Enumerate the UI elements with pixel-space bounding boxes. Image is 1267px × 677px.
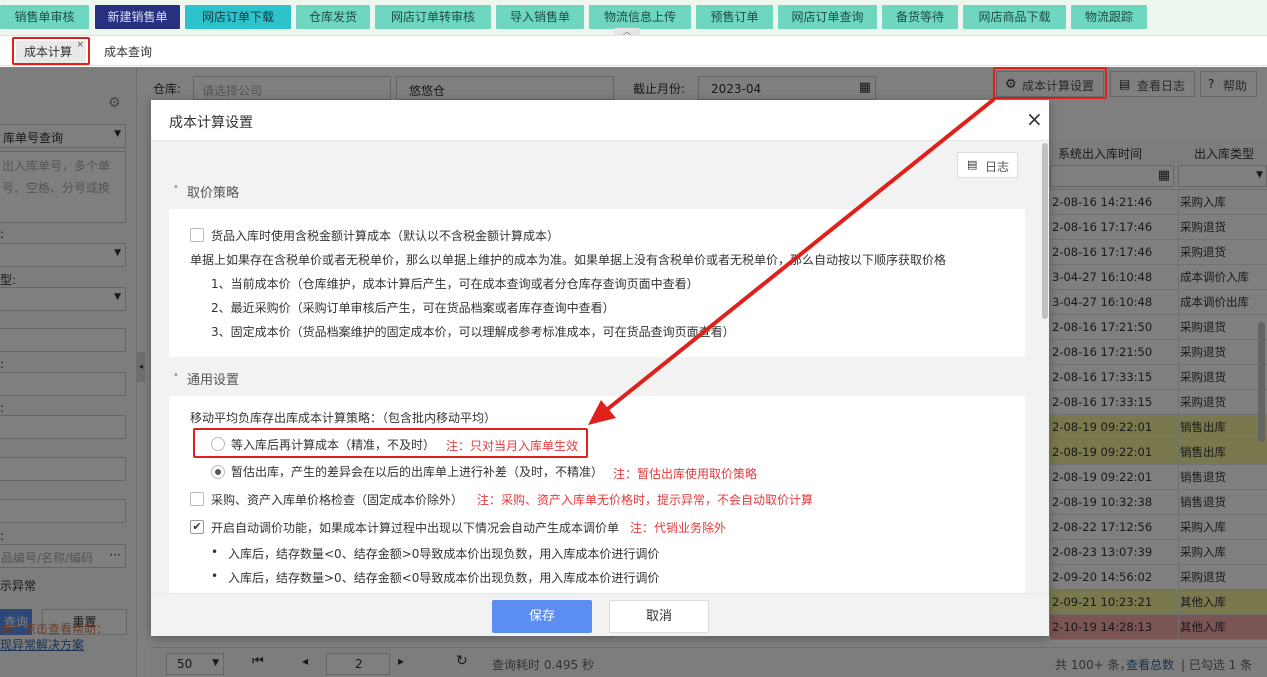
annotation-arrow-icon	[588, 98, 995, 425]
